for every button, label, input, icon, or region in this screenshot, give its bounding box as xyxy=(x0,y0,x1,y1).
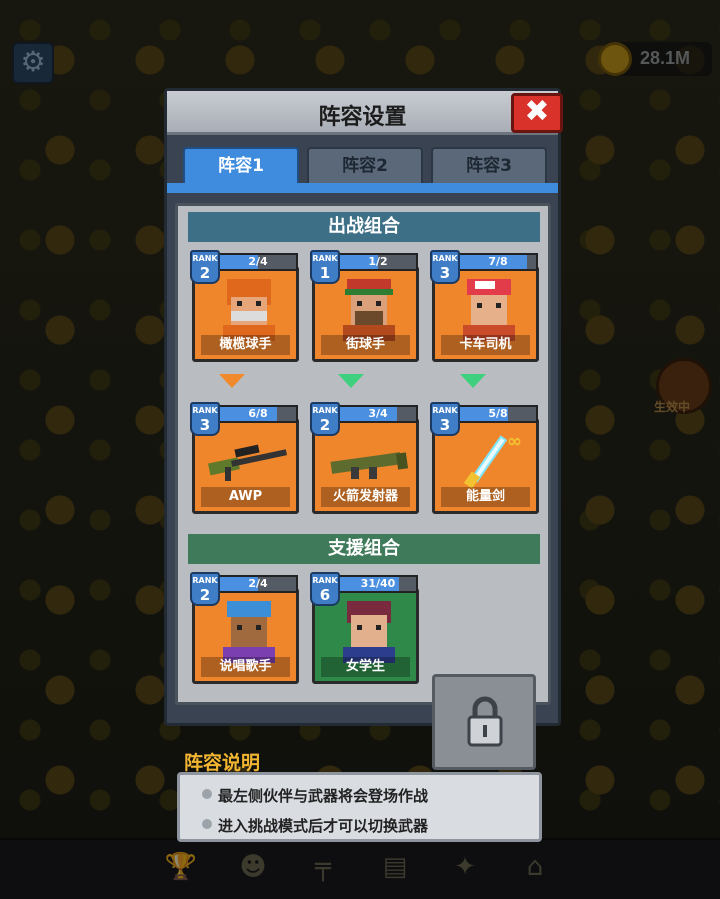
rank-number: 3 xyxy=(439,416,451,434)
rank-badge: RANK 6 xyxy=(310,572,340,606)
progress-bar: 31/40 xyxy=(338,575,418,593)
rank-word: RANK xyxy=(432,406,458,415)
rank-badge: RANK 2 xyxy=(190,250,220,284)
locked-slot[interactable] xyxy=(432,674,536,770)
progress-bar: 2/4 xyxy=(218,575,298,593)
support-character-card[interactable]: RANK 2 2/4 说唱歌手 xyxy=(190,572,299,684)
rank-badge: RANK 2 xyxy=(190,572,220,606)
tab-lineup-3[interactable]: 阵容3 xyxy=(431,147,547,183)
football-player-portrait xyxy=(223,279,275,341)
card-name: 街球手 xyxy=(321,335,410,355)
rank-badge: RANK 3 xyxy=(430,402,460,436)
bullet-icon xyxy=(202,819,212,829)
weapon-card[interactable]: RANK 3 5/8 ∞ 能量剑 xyxy=(430,402,539,514)
rank-badge: RANK 3 xyxy=(190,402,220,436)
weapon-card[interactable]: RANK 3 6/8 AWP xyxy=(190,402,299,514)
rank-number: 3 xyxy=(199,416,211,434)
progress-bar: 6/8 xyxy=(218,405,298,423)
progress-bar: 5/8 xyxy=(458,405,538,423)
character-card[interactable]: RANK 1 1/2 街球手 xyxy=(310,250,419,362)
explanation-text: 最左侧伙伴与武器将会登场作战 xyxy=(218,787,429,805)
lock-icon xyxy=(467,696,503,747)
sniper-rifle-icon xyxy=(208,444,288,481)
down-arrow-icon xyxy=(460,374,486,388)
rank-number: 6 xyxy=(319,586,331,604)
lineup-settings-modal: 阵容设置 ✖ 阵容1 阵容2 阵容3 出战组合 RANK 2 2/4 橄榄球手 R… xyxy=(164,88,563,770)
explanation-line: 进入挑战模式后才可以切换武器 xyxy=(202,815,429,836)
card-name: 卡车司机 xyxy=(441,335,530,355)
progress-text: 31/40 xyxy=(360,577,396,590)
rank-word: RANK xyxy=(312,406,338,415)
explanation-box: 最左侧伙伴与武器将会登场作战 进入挑战模式后才可以切换武器 xyxy=(177,772,542,842)
rank-number: 2 xyxy=(199,264,211,282)
streetball-player-portrait xyxy=(343,279,395,341)
down-arrow-icon xyxy=(338,374,364,388)
progress-bar: 7/8 xyxy=(458,253,538,271)
lineup-panel: 出战组合 RANK 2 2/4 橄榄球手 RANK 1 1/2 街球手 RANK… xyxy=(175,203,551,770)
rank-word: RANK xyxy=(312,576,338,585)
progress-bar: 3/4 xyxy=(338,405,418,423)
card-name: 能量剑 xyxy=(441,487,530,507)
rank-word: RANK xyxy=(192,254,218,263)
modal-header: 阵容设置 xyxy=(167,91,558,135)
rank-number: 2 xyxy=(319,416,331,434)
progress-text: 7/8 xyxy=(488,255,508,268)
close-button[interactable]: ✖ xyxy=(511,93,563,133)
rank-word: RANK xyxy=(432,254,458,263)
progress-bar: 2/4 xyxy=(218,253,298,271)
card-name: 说唱歌手 xyxy=(201,657,290,677)
support-character-card[interactable]: RANK 6 31/40 女学生 xyxy=(310,572,419,684)
rank-badge: RANK 3 xyxy=(430,250,460,284)
rank-number: 3 xyxy=(439,264,451,282)
truck-driver-portrait xyxy=(463,279,515,341)
tab-underline xyxy=(167,183,558,193)
lineup-tabs: 阵容1 阵容2 阵容3 xyxy=(179,147,551,185)
down-arrow-icon xyxy=(219,374,245,388)
progress-text: 3/4 xyxy=(368,407,388,420)
rank-badge: RANK 1 xyxy=(310,250,340,284)
schoolgirl-portrait xyxy=(343,601,395,663)
energy-sword-icon: ∞ xyxy=(463,431,522,489)
rank-number: 2 xyxy=(199,586,211,604)
rank-word: RANK xyxy=(192,406,218,415)
tab-lineup-1[interactable]: 阵容1 xyxy=(183,147,299,185)
progress-bar: 1/2 xyxy=(338,253,418,271)
rank-number: 1 xyxy=(319,264,331,282)
weapon-card[interactable]: RANK 2 3/4 火箭发射器 xyxy=(310,402,419,514)
explanation-text: 进入挑战模式后才可以切换武器 xyxy=(218,817,429,835)
support-section-title: 支援组合 xyxy=(188,534,540,564)
rank-word: RANK xyxy=(312,254,338,263)
tab-lineup-2[interactable]: 阵容2 xyxy=(307,147,423,183)
rocket-launcher-icon xyxy=(330,452,409,479)
card-name: 女学生 xyxy=(321,657,410,677)
close-icon: ✖ xyxy=(524,94,550,129)
card-name: AWP xyxy=(201,487,290,507)
modal-title: 阵容设置 xyxy=(318,105,407,130)
progress-text: 5/8 xyxy=(488,407,508,420)
progress-text: 6/8 xyxy=(248,407,268,420)
character-card[interactable]: RANK 2 2/4 橄榄球手 xyxy=(190,250,299,362)
character-card[interactable]: RANK 3 7/8 卡车司机 xyxy=(430,250,539,362)
bullet-icon xyxy=(202,789,212,799)
rapper-portrait xyxy=(223,601,275,663)
battle-section-title: 出战组合 xyxy=(188,212,540,242)
rank-word: RANK xyxy=(192,576,218,585)
card-name: 橄榄球手 xyxy=(201,335,290,355)
svg-text:∞: ∞ xyxy=(507,431,522,452)
explanation-line: 最左侧伙伴与武器将会登场作战 xyxy=(202,785,429,806)
progress-text: 2/4 xyxy=(248,577,268,590)
card-name: 火箭发射器 xyxy=(321,487,410,507)
progress-text: 2/4 xyxy=(248,255,268,268)
explanation-title: 阵容说明 xyxy=(184,752,261,774)
progress-text: 1/2 xyxy=(368,255,388,268)
rank-badge: RANK 2 xyxy=(310,402,340,436)
